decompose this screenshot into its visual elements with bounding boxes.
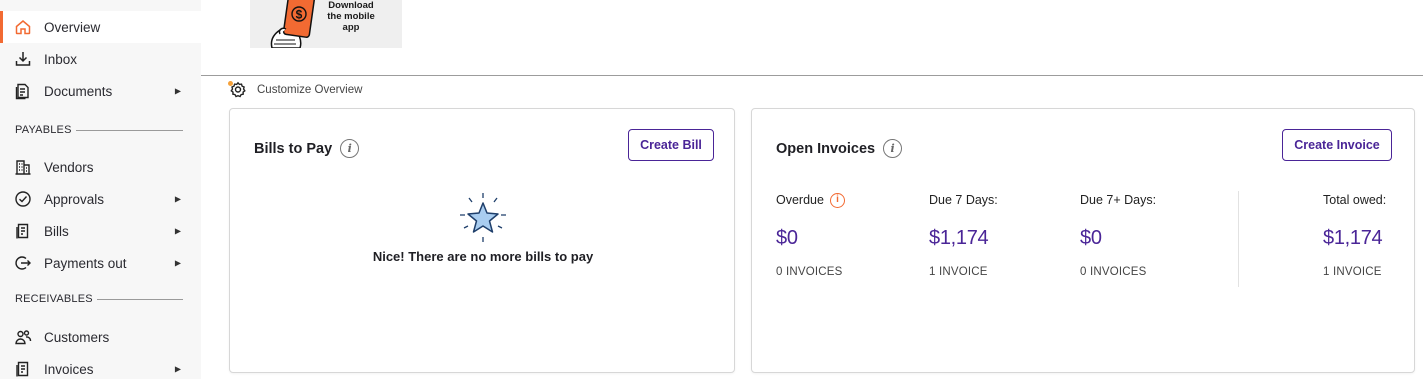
customize-overview-label: Customize Overview [257,84,363,96]
sidebar-item-label: Overview [44,19,101,35]
chevron-right-icon: ▶ [174,86,181,96]
sidebar-item-vendors[interactable]: Vendors [0,151,201,183]
sidebar-item-label: Documents [44,83,113,99]
sidebar-item-label: Payments out [44,255,127,271]
svg-text:$: $ [296,8,303,22]
receipt-icon [14,222,32,240]
sidebar-item-label: Bills [44,223,69,239]
stat-overdue[interactable]: Overdue i $0 0 INVOICES [776,191,845,278]
sidebar-item-label: Approvals [44,191,105,207]
open-invoices-card: Open Invoices i Create Invoice Overdue i… [751,108,1415,373]
sidebar-item-overview[interactable]: Overview [0,11,201,43]
stat-count: 0 INVOICES [1080,266,1147,278]
stat-due-7-plus-days[interactable]: Due 7+ Days: $0 0 INVOICES [1080,191,1156,278]
star-icon [460,193,506,242]
stat-count: 1 INVOICE [1323,266,1382,278]
create-bill-button[interactable]: Create Bill [628,129,714,161]
card-title: Open Invoices i [776,139,903,158]
divider [201,75,1423,76]
dollar-phone-icon: $ [270,0,316,48]
card-title: Bills to Pay i [254,139,360,158]
chevron-right-icon: ▶ [174,194,181,204]
chevron-right-icon: ▶ [174,226,181,236]
sidebar-item-bills[interactable]: Bills ▶ [0,215,201,247]
download-icon [14,50,32,68]
empty-state-message: Nice! There are no more bills to pay [372,249,594,264]
chevron-right-icon: ▶ [174,364,181,374]
stat-value: $1,174 [1323,227,1383,249]
sidebar-item-label: Vendors [44,159,94,175]
sidebar-item-label: Inbox [44,51,78,67]
section-header-receivables: RECEIVABLES [15,292,183,306]
info-icon[interactable]: i [340,139,360,158]
sidebar-item-label: Customers [44,329,110,345]
home-icon [14,18,32,36]
sidebar-item-inbox[interactable]: Inbox [0,43,201,75]
stat-count: 1 INVOICE [929,266,988,278]
divider [1238,191,1239,287]
sidebar-item-approvals[interactable]: Approvals ▶ [0,183,201,215]
info-icon[interactable]: i [829,192,845,208]
stat-label: Overdue [776,193,824,207]
stat-total-owed[interactable]: Total owed: $1,174 1 INVOICE [1323,191,1386,278]
stat-label: Due 7+ Days: [1080,193,1157,207]
stat-label: Due 7 Days: [929,193,998,207]
building-icon [14,158,32,176]
sidebar: Overview Inbox Documents ▶ PAYABLES Vend… [0,0,201,379]
stat-value: $1,174 [929,227,989,249]
invoice-icon [14,360,32,378]
chevron-right-icon: ▶ [174,258,181,268]
stat-count: 0 INVOICES [776,266,843,278]
create-invoice-button[interactable]: Create Invoice [1282,129,1392,161]
sidebar-item-invoices[interactable]: Invoices ▶ [0,353,201,379]
sidebar-item-label: Invoices [44,361,94,377]
sidebar-item-payments-out[interactable]: Payments out ▶ [0,247,201,279]
banner-text: Download the mobile app [327,0,375,33]
section-header-payables: PAYABLES [15,123,183,137]
gear-icon [228,81,247,99]
bills-to-pay-card: Bills to Pay i Create Bill Nice! There a… [229,108,735,373]
stat-value: $0 [776,227,798,249]
payment-out-icon [14,254,32,272]
info-icon[interactable]: i [883,139,903,158]
notification-dot [228,81,233,86]
stat-value: $0 [1080,227,1102,249]
users-icon [14,328,32,346]
sidebar-item-documents[interactable]: Documents ▶ [0,75,201,107]
sidebar-item-customers[interactable]: Customers [0,321,201,353]
stat-due-7-days[interactable]: Due 7 Days: $1,174 1 INVOICE [929,191,998,278]
check-circle-icon [14,190,32,208]
document-icon [14,82,32,100]
stat-label: Total owed: [1323,193,1387,207]
customize-overview-link[interactable]: Customize Overview [228,80,363,100]
mobile-app-banner[interactable]: $ Download the mobile app [250,0,402,48]
